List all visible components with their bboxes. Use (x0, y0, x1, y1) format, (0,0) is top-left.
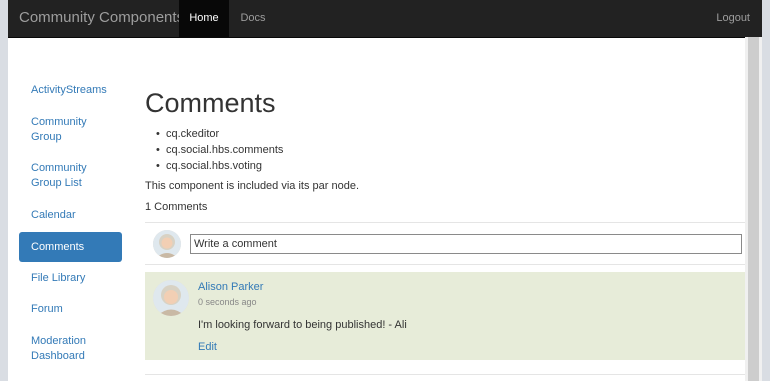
page-title: Comments (145, 88, 276, 118)
dependency-item: cq.ckeditor (156, 126, 283, 142)
dependency-item: cq.social.hbs.comments (156, 142, 283, 158)
nav-tab-docs[interactable]: Docs (229, 0, 277, 37)
comment-author[interactable]: Alison Parker (198, 281, 263, 293)
browser-viewport: Community Components Home Docs Logout Ac… (8, 0, 762, 381)
comment-item: Alison Parker 0 seconds ago I'm looking … (145, 272, 745, 360)
edit-comment-link[interactable]: Edit (198, 341, 217, 353)
user-avatar-icon (153, 280, 189, 316)
comment-count: 1 Comments (145, 201, 208, 213)
sidebar-item-file-library[interactable]: File Library (19, 271, 122, 286)
divider (145, 222, 745, 223)
scrollbar-thumb[interactable] (748, 37, 759, 381)
comment-timestamp: 0 seconds ago (198, 297, 257, 307)
sidebar-item-comments[interactable]: Comments (19, 232, 122, 262)
divider (145, 264, 745, 265)
divider (145, 374, 745, 375)
logout-link[interactable]: Logout (716, 0, 750, 37)
dependency-item: cq.social.hbs.voting (156, 158, 283, 174)
comment-avatar (153, 280, 189, 316)
comment-body: I'm looking forward to being published! … (198, 319, 407, 331)
sidebar-item-community-group-list[interactable]: Community Group List (19, 161, 99, 191)
composer-avatar (153, 230, 181, 258)
brand-title[interactable]: Community Components (19, 9, 184, 26)
user-avatar-icon (153, 230, 181, 258)
sidebar-item-forum[interactable]: Forum (19, 302, 122, 317)
included-note: This component is included via its par n… (145, 180, 360, 192)
sidebar-item-moderation-dashboard[interactable]: Moderation Dashboard (19, 334, 99, 364)
sidebar-item-community-group[interactable]: Community Group (19, 115, 99, 145)
nav-tab-home[interactable]: Home (179, 0, 229, 37)
sidebar-item-activitystreams[interactable]: ActivityStreams (19, 83, 122, 98)
top-navbar: Community Components Home Docs Logout (8, 0, 762, 38)
vertical-scrollbar[interactable] (745, 37, 762, 381)
sidebar-item-calendar[interactable]: Calendar (19, 208, 122, 223)
dependency-list: cq.ckeditor cq.social.hbs.comments cq.so… (156, 126, 283, 174)
comment-composer-input[interactable]: Write a comment (190, 234, 742, 254)
